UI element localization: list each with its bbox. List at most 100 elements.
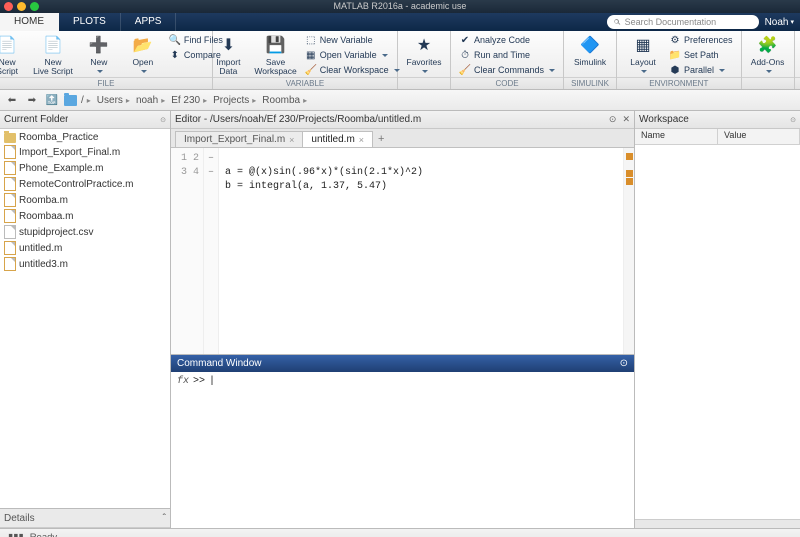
file-name: Roombaa.m [19, 211, 73, 222]
mac-window-controls[interactable] [4, 2, 39, 11]
file-item[interactable]: Import_Export_Final.m [0, 144, 170, 160]
file-tree[interactable]: Roomba_Practice Import_Export_Final.m Phon… [0, 129, 170, 508]
group-code: ✔Analyze Code ⏱Run and Time 🧹Clear Comma… [451, 31, 564, 89]
file-item[interactable]: Roombaa.m [0, 208, 170, 224]
workspace-scrollbar[interactable] [635, 519, 800, 528]
warning-marker [626, 153, 633, 160]
editor-tab[interactable]: Import_Export_Final.m× [175, 131, 303, 147]
new-variable-button[interactable]: ⬚New Variable [303, 33, 402, 47]
line-number-gutter: 1 2 3 4 [171, 148, 204, 354]
run-and-time-button[interactable]: ⏱Run and Time [457, 48, 557, 62]
editor-close-button[interactable]: ✕ [622, 114, 630, 125]
command-window-body[interactable]: fx >> | [171, 372, 634, 528]
workspace-columns[interactable]: NameValue [635, 129, 800, 145]
file-name: untitled.m [19, 243, 62, 254]
file-name: stupidproject.csv [19, 227, 93, 238]
ribbon-tab-apps[interactable]: APPS [121, 13, 177, 31]
ribbon-tabs-bar: HOME PLOTS APPS Search Documentation Noa… [0, 13, 800, 31]
user-menu[interactable]: Noah▾ [765, 17, 794, 28]
nav-back-button[interactable]: ⬅ [4, 92, 20, 108]
clear-workspace-button[interactable]: 🧹Clear Workspace [303, 63, 402, 77]
message-strip [623, 148, 634, 354]
close-icon[interactable]: × [359, 135, 364, 145]
file-icon [4, 145, 16, 159]
workspace-body[interactable] [635, 145, 800, 519]
file-item[interactable]: RemoteControlPractice.m [0, 176, 170, 192]
file-icon [4, 193, 16, 207]
folder-icon [4, 133, 16, 143]
open-button[interactable]: 📂Open [123, 33, 163, 76]
new-script-button[interactable]: 📄New Script [0, 33, 27, 78]
command-window-title: Command Window [177, 358, 261, 369]
group-simulink: 🔷Simulink SIMULINK [564, 31, 617, 89]
panel-menu-button[interactable]: ⊙ [160, 116, 166, 124]
file-icon [4, 225, 16, 239]
warning-marker [626, 170, 633, 177]
group-variable: ⬇Import Data 💾Save Workspace ⬚New Variab… [213, 31, 398, 89]
file-name: Import_Export_Final.m [19, 147, 120, 158]
command-prompt: >> [193, 376, 205, 387]
code-area[interactable]: a = @(x)sin(.96*x)*(sin(2.1*x)^2) b = in… [219, 148, 623, 354]
addons-button[interactable]: 🧩Add-Ons [748, 33, 788, 76]
editor-tabs: Import_Export_Final.m× untitled.m× + [171, 129, 634, 148]
editor-body[interactable]: 1 2 3 4 – – a = @(x)sin(.96*x)*(sin(2.1*… [171, 148, 634, 354]
file-item[interactable]: Roomba.m [0, 192, 170, 208]
workspace-title: Workspace [639, 114, 689, 125]
close-icon[interactable]: × [289, 135, 294, 145]
set-path-button[interactable]: 📁Set Path [667, 48, 735, 62]
preferences-button[interactable]: ⚙Preferences [667, 33, 735, 47]
simulink-button[interactable]: 🔷Simulink [570, 33, 610, 69]
command-window-panel: Command Window ⊙ fx >> | [171, 355, 634, 528]
file-name: RemoteControlPractice.m [19, 179, 133, 190]
group-file: 📄New Script 📄New Live Script ➕New 📂Open … [0, 31, 213, 89]
ribbon-tab-plots[interactable]: PLOTS [59, 13, 121, 31]
file-icon [4, 257, 16, 271]
group-addons: 🧩Add-Ons [742, 31, 795, 89]
import-data-button[interactable]: ⬇Import Data [208, 33, 248, 78]
nav-forward-button[interactable]: ➡ [24, 92, 40, 108]
file-icon [4, 209, 16, 223]
file-name: Roomba_Practice [19, 132, 98, 143]
search-documentation-input[interactable]: Search Documentation [607, 15, 759, 29]
status-bar: ▮▮▮Ready [0, 528, 800, 537]
nav-up-button[interactable]: 🔝 [44, 92, 60, 108]
new-live-script-button[interactable]: 📄New Live Script [31, 33, 75, 78]
layout-button[interactable]: ▦Layout [623, 33, 663, 76]
file-item[interactable]: stupidproject.csv [0, 224, 170, 240]
search-icon [613, 18, 622, 27]
current-folder-title: Current Folder [4, 114, 68, 125]
editor-menu-button[interactable]: ⊙ [609, 114, 617, 125]
file-icon [4, 161, 16, 175]
command-window-menu[interactable]: ⊙ [620, 358, 628, 369]
group-favorites: ★Favorites [398, 31, 451, 89]
open-variable-button[interactable]: ▦Open Variable [303, 48, 402, 62]
parallel-button[interactable]: ⬢Parallel [667, 63, 735, 77]
fx-icon[interactable]: fx [177, 376, 189, 387]
file-name: untitled3.m [19, 259, 68, 270]
favorites-button[interactable]: ★Favorites [404, 33, 444, 76]
save-workspace-button[interactable]: 💾Save Workspace [252, 33, 298, 78]
command-cursor: | [209, 376, 215, 387]
ribbon-tab-home[interactable]: HOME [0, 13, 59, 31]
file-name: Roomba.m [19, 195, 68, 206]
new-button[interactable]: ➕New [79, 33, 119, 76]
file-item[interactable]: Phone_Example.m [0, 160, 170, 176]
analyze-code-button[interactable]: ✔Analyze Code [457, 33, 557, 47]
panel-menu-button[interactable]: ⊙ [790, 116, 796, 124]
clear-commands-button[interactable]: 🧹Clear Commands [457, 63, 557, 77]
window-title-bar: MATLAB R2016a - academic use [0, 0, 800, 13]
file-item[interactable]: untitled.m [0, 240, 170, 256]
group-environment: ▦Layout ⚙Preferences 📁Set Path ⬢Parallel… [617, 31, 742, 89]
file-icon [4, 241, 16, 255]
file-item[interactable]: untitled3.m [0, 256, 170, 272]
editor-title: Editor - /Users/noah/Ef 230/Projects/Roo… [175, 114, 421, 125]
file-icon [4, 177, 16, 191]
group-resources: RESOURCES [795, 31, 800, 89]
window-title: MATLAB R2016a - academic use [334, 1, 467, 11]
file-item[interactable]: Roomba_Practice [0, 131, 170, 144]
new-tab-button[interactable]: + [372, 131, 390, 147]
editor-tab[interactable]: untitled.m× [302, 131, 373, 147]
details-header[interactable]: Detailsˆ [0, 508, 170, 528]
editor-panel: Editor - /Users/noah/Ef 230/Projects/Roo… [171, 111, 634, 355]
breadcrumb[interactable]: / Users noah Ef 230 Projects Roomba [81, 95, 310, 106]
